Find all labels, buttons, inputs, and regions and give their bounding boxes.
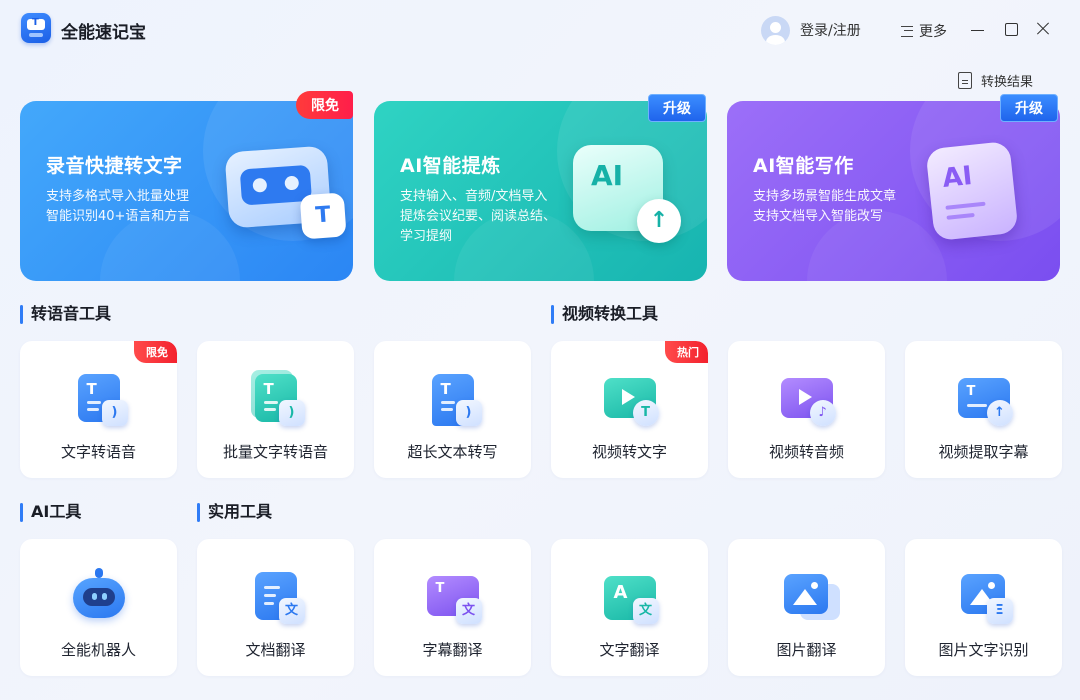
banner-desc: 支持多场景智能生成文章 支持文档导入智能改写 [753, 189, 897, 224]
image-translate-icon [778, 568, 840, 626]
ai-clipboard-icon: AI [925, 140, 1019, 242]
subtitle-translate-icon: T 文 [424, 568, 482, 626]
tool-batch-text-to-speech[interactable]: T ) 批量文字转语音 [197, 341, 354, 478]
more-label: 更多 [919, 24, 947, 40]
tool-label: 视频转文字 [591, 443, 667, 461]
tool-document-translate[interactable]: 文 文档翻译 [197, 539, 354, 676]
ai-screen-icon: AI ↑ [573, 145, 681, 243]
banner-title: 录音快捷转文字 [46, 155, 183, 177]
section-title-ai-tools: AI工具 [20, 501, 81, 523]
robot-icon [70, 568, 128, 626]
banner-ai-extract[interactable]: AI智能提炼 支持输入、音频/文档导入 提炼会议纪要、阅读总结、 学习提纲 AI ↑ [374, 101, 707, 281]
section-title-voice-tools: 转语音工具 [20, 303, 111, 325]
long-text-transcribe-icon: T ) [424, 370, 482, 428]
menu-icon [901, 25, 913, 37]
upgrade-badge: 升级 [1000, 94, 1058, 122]
tool-video-subtitle-extract[interactable]: T ↑ 视频提取字幕 [905, 341, 1062, 478]
tool-subtitle-translate[interactable]: T 文 字幕翻译 [374, 539, 531, 676]
section-title-video-tools: 视频转换工具 [551, 303, 658, 325]
login-button[interactable]: 登录/注册 [761, 15, 861, 45]
tool-label: 文字转语音 [60, 443, 136, 461]
app-title: 全能速记宝 [61, 23, 146, 43]
tool-label: 图片翻译 [776, 641, 837, 659]
minimize-icon[interactable] [969, 20, 987, 38]
text-to-speech-icon: T ) [70, 370, 128, 428]
section-title-utility-tools: 实用工具 [197, 501, 272, 523]
image-ocr-icon: Ξ [955, 568, 1013, 626]
tool-image-translate[interactable]: 图片翻译 [728, 539, 885, 676]
banner-audio-to-text[interactable]: 录音快捷转文字 支持多格式导入批量处理 智能识别40+语言和方言 T [20, 101, 353, 281]
close-icon[interactable] [1034, 20, 1052, 38]
banner-title: AI智能写作 [753, 155, 854, 177]
document-icon [958, 72, 972, 89]
tool-label: 文档翻译 [245, 641, 306, 659]
banner-title: AI智能提炼 [400, 155, 501, 177]
tool-label: 视频转音频 [768, 443, 844, 461]
video-to-text-icon: T [601, 370, 659, 428]
tool-video-to-audio[interactable]: ♪ 视频转音频 [728, 341, 885, 478]
tool-all-in-one-robot[interactable]: 全能机器人 [20, 539, 177, 676]
tool-label: 批量文字转语音 [222, 443, 328, 461]
video-subtitle-extract-icon: T ↑ [955, 370, 1013, 428]
more-menu-button[interactable]: 更多 [901, 21, 947, 41]
tool-label: 视频提取字幕 [938, 443, 1029, 461]
free-badge: 限免 [134, 341, 177, 363]
tool-label: 字幕翻译 [422, 641, 483, 659]
tool-video-to-text[interactable]: 热门 T 视频转文字 [551, 341, 708, 478]
banner-ai-writing[interactable]: AI智能写作 支持多场景智能生成文章 支持文档导入智能改写 AI [727, 101, 1060, 281]
conversion-results-link[interactable]: 转换结果 [958, 71, 1033, 90]
title-bar: 全能速记宝 登录/注册 更多 [0, 0, 1080, 62]
tool-label: 全能机器人 [60, 641, 136, 659]
cassette-icon: T [224, 145, 347, 240]
upgrade-badge: 升级 [648, 94, 706, 122]
tool-label: 图片文字识别 [938, 641, 1029, 659]
tool-label: 超长文本转写 [407, 443, 498, 461]
tool-text-translate[interactable]: A 文 文字翻译 [551, 539, 708, 676]
banner-desc: 支持输入、音频/文档导入 提炼会议纪要、阅读总结、 学习提纲 [400, 189, 557, 244]
avatar-icon [761, 15, 790, 45]
tool-text-to-speech[interactable]: 限免 T ) 文字转语音 [20, 341, 177, 478]
login-label: 登录/注册 [800, 23, 861, 39]
conversion-results-label: 转换结果 [981, 75, 1034, 90]
batch-text-to-speech-icon: T ) [247, 370, 305, 428]
banner-desc: 支持多格式导入批量处理 智能识别40+语言和方言 [46, 189, 191, 224]
free-badge: 限免 [296, 91, 353, 119]
tool-label: 文字翻译 [599, 641, 660, 659]
tool-image-ocr[interactable]: Ξ 图片文字识别 [905, 539, 1062, 676]
document-translate-icon: 文 [247, 568, 305, 626]
maximize-icon[interactable] [1002, 20, 1020, 38]
text-translate-icon: A 文 [601, 568, 659, 626]
tool-long-text-transcribe[interactable]: T ) 超长文本转写 [374, 341, 531, 478]
video-to-audio-icon: ♪ [778, 370, 836, 428]
app-logo-icon [21, 13, 51, 43]
hot-badge: 热门 [665, 341, 708, 363]
